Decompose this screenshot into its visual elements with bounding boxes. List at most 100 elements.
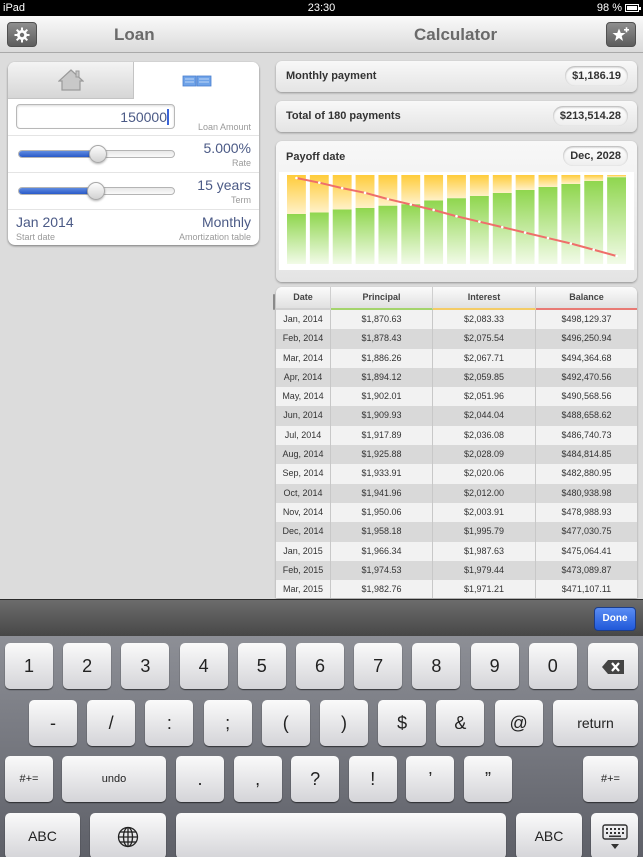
- principal-cell: $1,894.12: [331, 367, 433, 388]
- date-cell: Jul, 2014: [276, 425, 331, 446]
- table-row[interactable]: Nov, 2014 $1,950.06 $2,003.91 $478,988.93: [276, 502, 637, 523]
- key-2[interactable]: 2: [63, 643, 112, 689]
- key-7[interactable]: 7: [354, 643, 403, 689]
- key-punct-4[interactable]: ’: [406, 756, 455, 802]
- amortization-table[interactable]: Date Principal Interest Balance Jan, 201…: [276, 287, 637, 598]
- key-4[interactable]: 4: [179, 643, 228, 689]
- key-6[interactable]: 6: [296, 643, 344, 689]
- table-row[interactable]: Mar, 2015 $1,982.76 $1,971.21 $471,107.11: [276, 580, 637, 598]
- globe-key[interactable]: [90, 813, 166, 857]
- key-8[interactable]: 8: [412, 643, 461, 689]
- more-symbols-key-left[interactable]: #+=: [5, 756, 53, 802]
- key-1[interactable]: 1: [5, 643, 53, 689]
- key-punct-0[interactable]: .: [176, 756, 224, 802]
- key-5[interactable]: 5: [237, 643, 286, 689]
- more-symbols-key-right[interactable]: #+=: [583, 756, 638, 802]
- interest-cell: $1,979.44: [433, 560, 536, 581]
- house-icon: [57, 69, 84, 91]
- table-row[interactable]: Oct, 2014 $1,941.96 $2,012.00 $480,938.98: [276, 483, 637, 503]
- battery-percent: 98 %: [596, 2, 622, 14]
- settings-button[interactable]: [7, 22, 37, 47]
- table-row[interactable]: Dec, 2014 $1,958.18 $1,995.79 $477,030.75: [276, 522, 637, 542]
- balance-point-2014: [295, 176, 298, 180]
- balance-cell: $480,938.98: [561, 487, 612, 498]
- key-symbol-3[interactable]: ;: [203, 700, 252, 746]
- date-cell: Feb, 2015: [276, 560, 331, 581]
- rate-slider[interactable]: [18, 145, 175, 163]
- key-symbol-4[interactable]: (: [261, 700, 310, 746]
- term-slider-thumb[interactable]: [86, 182, 105, 200]
- tab-loan[interactable]: [134, 62, 259, 99]
- key-0[interactable]: 0: [528, 643, 577, 689]
- key-9[interactable]: 9: [470, 643, 519, 689]
- table-row[interactable]: Mar, 2014 $1,886.26 $2,067.71 $494,364.68: [276, 348, 637, 368]
- balance-point-2017: [363, 191, 367, 195]
- table-row[interactable]: Jun, 2014 $1,909.93 $2,044.04 $488,658.62: [276, 406, 637, 426]
- table-row[interactable]: Jan, 2014 $1,870.63 $2,083.33 $498,129.37: [276, 310, 637, 330]
- column-header-date[interactable]: Date: [276, 287, 331, 310]
- column-header-principal[interactable]: Principal: [331, 287, 433, 310]
- delete-key[interactable]: [588, 643, 638, 689]
- key-punct-5[interactable]: ”: [464, 756, 512, 802]
- rate-slider-thumb[interactable]: [88, 145, 107, 163]
- nav-title-loan: Loan: [114, 25, 155, 44]
- table-row[interactable]: Jul, 2014 $1,917.89 $2,036.08 $486,740.73: [276, 425, 637, 446]
- key-punct-3[interactable]: !: [348, 756, 397, 802]
- keyboard: 1 2 3 4 5 6 7 8 9 0- /:;() $ & @ return #+= undo.,?!’” #+…: [0, 636, 643, 857]
- key-symbol-5[interactable]: ): [320, 700, 368, 746]
- column-header-balance[interactable]: Balance: [536, 287, 637, 310]
- principal-cell: $1,925.88: [331, 445, 433, 465]
- term-label: Term: [231, 195, 251, 205]
- table-row[interactable]: Feb, 2015 $1,974.53 $1,979.44 $473,089.87: [276, 560, 637, 581]
- balance-cell: $477,030.75: [561, 526, 612, 537]
- key-symbol-1[interactable]: /: [87, 700, 136, 746]
- table-row[interactable]: Apr, 2014 $1,894.12 $2,059.85 $492,470.56: [276, 367, 637, 388]
- amortization-value[interactable]: Monthly: [202, 214, 251, 230]
- abc-key-left[interactable]: ABC: [5, 813, 80, 857]
- key-punct-1[interactable]: ,: [233, 756, 282, 802]
- principal-cell: $1,886.26: [331, 348, 433, 368]
- table-row[interactable]: Jan, 2015 $1,966.34 $1,987.63 $475,064.41: [276, 541, 637, 561]
- balance-point-2020: [432, 208, 435, 212]
- return-key[interactable]: return: [553, 700, 638, 746]
- interest-cell: $2,067.71: [433, 348, 536, 368]
- dismiss-keyboard-key[interactable]: [591, 813, 638, 857]
- tab-property[interactable]: [8, 62, 134, 99]
- key-symbol-7[interactable]: &: [436, 700, 485, 746]
- term-slider[interactable]: [18, 182, 175, 200]
- start-date-value[interactable]: Jan 2014: [16, 214, 74, 230]
- interest-cell: $2,083.33: [433, 310, 536, 330]
- key-punct-2[interactable]: ?: [291, 756, 340, 802]
- loan-amount-input[interactable]: 150000: [16, 104, 175, 129]
- table-row[interactable]: Feb, 2014 $1,878.43 $2,075.54 $496,250.94: [276, 329, 637, 349]
- table-body: Jan, 2014 $1,870.63 $2,083.33 $498,129.37 Fe…: [276, 310, 637, 598]
- space-key[interactable]: [176, 813, 506, 857]
- interest-bar-2027: [584, 175, 604, 181]
- balance-cell: $478,988.93: [561, 506, 612, 517]
- interest-bar-2016: [332, 175, 352, 210]
- interest-bar-2021: [447, 175, 466, 199]
- add-favorite-button[interactable]: [606, 22, 636, 47]
- interest-cell: $1,971.21: [433, 580, 536, 598]
- principal-bar-2017: [355, 208, 375, 264]
- key-symbol-0[interactable]: -: [29, 700, 77, 746]
- undo-key[interactable]: undo: [62, 756, 166, 802]
- balance-point-2027: [592, 248, 595, 252]
- table-row[interactable]: Aug, 2014 $1,925.88 $2,028.09 $484,814.85: [276, 445, 637, 465]
- table-row[interactable]: May, 2014 $1,902.01 $2,051.96 $490,568.56: [276, 387, 637, 407]
- column-header-interest[interactable]: Interest: [433, 287, 536, 310]
- battery-icon: [625, 4, 641, 12]
- table-row[interactable]: Sep, 2014 $1,933.91 $2,020.06 $482,880.95: [276, 464, 637, 484]
- abc-key-right[interactable]: ABC: [516, 813, 582, 857]
- done-button[interactable]: Done: [594, 607, 636, 631]
- term-slider-fill: [19, 188, 96, 194]
- key-symbol-6[interactable]: $: [378, 700, 427, 746]
- term-value: 15 years: [197, 177, 251, 193]
- scroll-indicator[interactable]: [273, 294, 275, 310]
- start-date-label: Start date: [16, 232, 56, 242]
- balance-cell: $471,107.11: [561, 584, 612, 595]
- key-3[interactable]: 3: [121, 643, 170, 689]
- balance-cell: $482,880.95: [561, 468, 612, 479]
- key-symbol-2[interactable]: :: [145, 700, 194, 746]
- key-symbol-8[interactable]: @: [494, 700, 543, 746]
